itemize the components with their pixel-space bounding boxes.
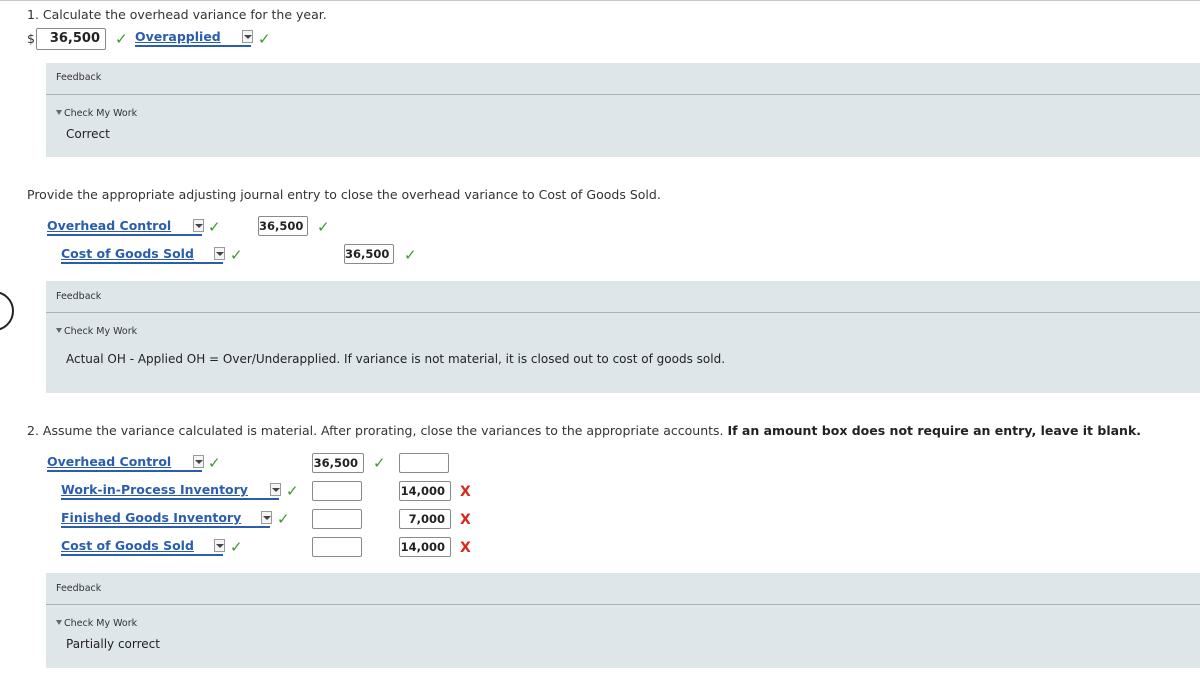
check-icon: ✓ bbox=[277, 510, 290, 528]
dropdown-caret-icon bbox=[214, 247, 225, 260]
journal2-debit-input-1[interactable]: 36,500 bbox=[312, 453, 364, 473]
check-icon: ✓ bbox=[317, 218, 330, 236]
dropdown-caret-icon bbox=[193, 219, 204, 232]
cross-icon: X bbox=[460, 484, 471, 500]
question-2: 2. Assume the variance calculated is mat… bbox=[27, 423, 1141, 438]
currency-symbol: $ bbox=[27, 31, 35, 46]
feedback-panel-1: Feedback Check My Work Correct bbox=[46, 63, 1200, 157]
check-my-work-label: Check My Work bbox=[64, 108, 138, 119]
journal2-account-select-3[interactable]: Finished Goods Inventory bbox=[61, 510, 272, 528]
journal2-debit-input-4[interactable] bbox=[312, 537, 362, 557]
journal1-account-select-1[interactable]: Overhead Control bbox=[47, 218, 204, 236]
collapse-triangle-icon bbox=[56, 110, 62, 115]
question-1: 1. Calculate the overhead variance for t… bbox=[27, 7, 327, 22]
journal2-debit-input-2[interactable] bbox=[312, 481, 362, 501]
cross-icon: X bbox=[460, 540, 471, 556]
check-icon: ✓ bbox=[286, 482, 299, 500]
collapse-triangle-icon bbox=[56, 328, 62, 333]
feedback-label: Feedback bbox=[56, 72, 102, 83]
account-label: Finished Goods Inventory bbox=[61, 510, 242, 525]
check-icon: ✓ bbox=[208, 218, 221, 236]
dropdown-caret-icon bbox=[242, 30, 253, 43]
check-my-work-label: Check My Work bbox=[64, 618, 138, 629]
account-label: Cost of Goods Sold bbox=[61, 246, 194, 261]
question-2-bold: If an amount box does not require an ent… bbox=[727, 423, 1142, 438]
journal2-credit-input-2[interactable]: 14,000 bbox=[399, 481, 451, 501]
feedback-panel-2: Feedback Check My Work Actual OH - Appli… bbox=[46, 281, 1200, 393]
top-divider bbox=[0, 0, 1200, 1]
account-label: Overhead Control bbox=[47, 218, 172, 233]
feedback-divider bbox=[46, 604, 1200, 605]
feedback-message: Correct bbox=[66, 127, 110, 141]
collapse-triangle-icon bbox=[56, 620, 62, 625]
feedback-panel-3: Feedback Check My Work Partially correct bbox=[46, 573, 1200, 668]
check-icon: ✓ bbox=[373, 454, 386, 472]
journal2-credit-input-4[interactable]: 14,000 bbox=[399, 537, 451, 557]
journal1-debit-input-1[interactable]: 36,500 bbox=[258, 216, 308, 236]
feedback-label: Feedback bbox=[56, 291, 102, 302]
circle-decoration bbox=[0, 291, 14, 331]
journal2-credit-input-1[interactable] bbox=[399, 453, 449, 473]
check-icon: ✓ bbox=[115, 30, 128, 48]
journal2-debit-input-3[interactable] bbox=[312, 509, 362, 529]
check-my-work-toggle[interactable]: Check My Work bbox=[56, 108, 137, 119]
dropdown-caret-icon bbox=[270, 483, 281, 496]
check-icon: ✓ bbox=[230, 538, 243, 556]
journal1-account-select-2[interactable]: Cost of Goods Sold bbox=[61, 246, 225, 264]
journal2-account-select-2[interactable]: Work-in-Process Inventory bbox=[61, 482, 281, 500]
feedback-divider bbox=[46, 94, 1200, 95]
cross-icon: X bbox=[460, 512, 471, 528]
check-my-work-toggle[interactable]: Check My Work bbox=[56, 618, 137, 629]
check-my-work-label: Check My Work bbox=[64, 326, 138, 337]
dropdown-caret-icon bbox=[193, 455, 204, 468]
feedback-divider bbox=[46, 312, 1200, 313]
check-icon: ✓ bbox=[208, 454, 221, 472]
journal-instruction: Provide the appropriate adjusting journa… bbox=[27, 187, 661, 202]
feedback-message: Actual OH - Applied OH = Over/Underappli… bbox=[66, 352, 726, 366]
question-2-text: 2. Assume the variance calculated is mat… bbox=[27, 423, 728, 438]
check-icon: ✓ bbox=[230, 246, 243, 264]
variance-type-select[interactable]: Overapplied bbox=[135, 29, 253, 47]
check-icon: ✓ bbox=[404, 246, 417, 264]
account-label: Work-in-Process Inventory bbox=[61, 482, 248, 497]
check-icon: ✓ bbox=[258, 30, 271, 48]
feedback-label: Feedback bbox=[56, 583, 102, 594]
journal1-credit-input-2[interactable]: 36,500 bbox=[344, 244, 394, 264]
account-label: Overhead Control bbox=[47, 454, 172, 469]
account-label: Cost of Goods Sold bbox=[61, 538, 194, 553]
journal2-credit-input-3[interactable]: 7,000 bbox=[399, 509, 451, 529]
variance-type-value: Overapplied bbox=[135, 29, 221, 44]
journal2-account-select-1[interactable]: Overhead Control bbox=[47, 454, 204, 472]
feedback-message: Partially correct bbox=[66, 637, 160, 651]
journal2-account-select-4[interactable]: Cost of Goods Sold bbox=[61, 538, 225, 556]
check-my-work-toggle[interactable]: Check My Work bbox=[56, 326, 137, 337]
variance-amount-input[interactable]: 36,500 bbox=[36, 28, 106, 50]
dropdown-caret-icon bbox=[214, 539, 225, 552]
dropdown-caret-icon bbox=[261, 511, 272, 524]
